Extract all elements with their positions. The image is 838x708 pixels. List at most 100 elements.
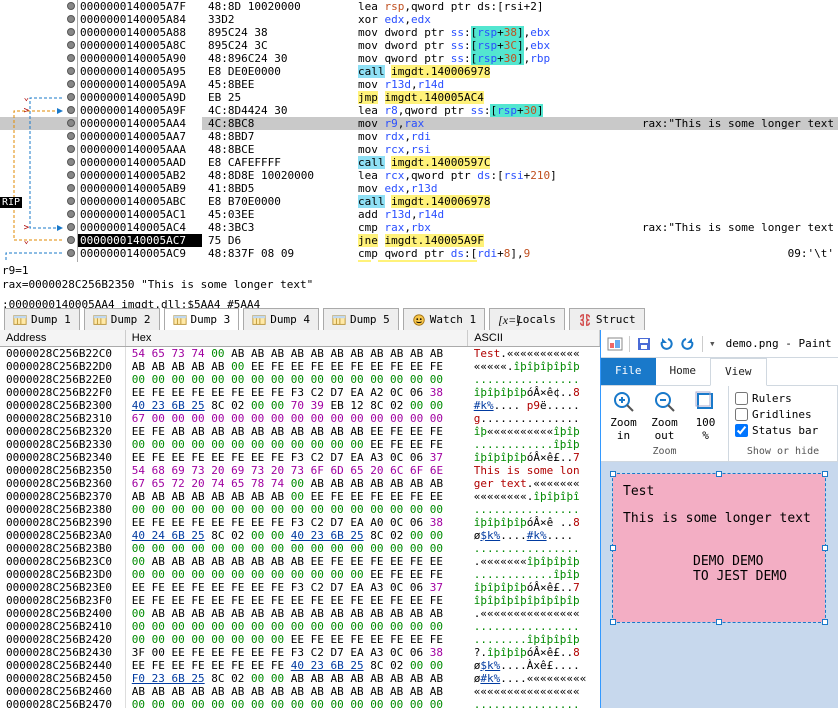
zoom-in-button[interactable]: Zoom in [607, 390, 640, 442]
gridlines-checkbox[interactable]: Gridlines [735, 406, 831, 422]
tab-locals[interactable]: [x=]Locals [489, 308, 565, 330]
dump-row[interactable]: 0000028C256B247000 00 00 00 00 00 00 00 … [0, 698, 600, 708]
dump-row[interactable]: 0000028C256B23D000 00 00 00 00 00 00 00 … [0, 568, 600, 581]
col-address[interactable]: Address [0, 330, 125, 347]
disasm-row[interactable]: 0000000140005A88895C24 38mov dword ptr s… [0, 26, 838, 39]
disasm-row[interactable]: >0000000140005A9F4C:8D4424 30lea r8,qwor… [0, 104, 838, 117]
disasm-row[interactable]: 0000000140005AC145:03EEadd r13d,r14d [0, 208, 838, 221]
paint-app-icon [607, 336, 623, 352]
disasm-row[interactable]: 0000000140005A7F48:8D 10020000lea rsp,qw… [0, 0, 838, 13]
dump-row[interactable]: 0000028C256B2440EE FE EE FE EE FE EE FE … [0, 659, 600, 672]
disasm-row[interactable]: >0000000140005AC448:3BC3cmp rax,rbxrax:"… [0, 221, 838, 234]
dump-row[interactable]: 0000028C256B231067 00 00 00 00 00 00 00 … [0, 412, 600, 425]
watch-icon [412, 313, 426, 327]
disasm-row[interactable]: 0000000140005A8433D2xor edx,edx [0, 13, 838, 26]
paint-window[interactable]: ▾ demo.png - Paint File Home View Zoom i… [600, 330, 838, 708]
zoom-100-button[interactable]: 100 % [689, 390, 722, 442]
rulers-checkbox[interactable]: Rulers [735, 390, 831, 406]
paint-canvas-area[interactable]: Test This is some longer text DEMO DEMO … [601, 462, 838, 708]
disasm-row[interactable]: 0000000140005AB941:8BD5mov edx,r13d [0, 182, 838, 195]
ribbon: Zoom in Zoom out 100 % Zoom Rulers Gridl… [601, 386, 838, 462]
dump-row[interactable]: 0000028C256B230040 23 6B 25 8C 02 00 00 … [0, 399, 600, 412]
disasm-row[interactable]: 0000000140005A95E8 DE0E0000call imgdt.14… [0, 65, 838, 78]
col-hex[interactable]: Hex [125, 330, 467, 347]
canvas-text-2: This is some longer text [623, 511, 815, 526]
dump-row[interactable]: 0000028C256B242000 00 00 00 00 00 00 00 … [0, 633, 600, 646]
dump-icon [13, 313, 27, 327]
disasm-row[interactable]: 0000000140005AA748:8BD7mov rdx,rdi [0, 130, 838, 143]
dump-row[interactable]: 0000028C256B2340EE FE EE FE EE FE EE FE … [0, 451, 600, 464]
dump-row[interactable]: 0000028C256B23E0EE FE EE FE EE FE EE FE … [0, 581, 600, 594]
dump-row[interactable]: 0000028C256B22D0AB AB AB AB AB 00 EE FE … [0, 360, 600, 373]
group-show-label: Show or hide [735, 446, 831, 457]
disasm-row[interactable]: 0000000140005AC948:837F 08 09cmp qword p… [0, 247, 838, 260]
disasm-row[interactable]: 0000000140005AA44C:8BC8mov r9,raxrax:"Th… [0, 117, 838, 130]
dump-row[interactable]: 0000028C256B22F0EE FE EE FE EE FE EE FE … [0, 386, 600, 399]
dump-row[interactable]: 0000028C256B23F0EE FE EE FE EE FE EE FE … [0, 594, 600, 607]
status-area: r9=1 rax=0000028C256B2350 "This is some … [2, 264, 838, 312]
dump-row[interactable]: 0000028C256B238000 00 00 00 00 00 00 00 … [0, 503, 600, 516]
dump-row[interactable]: 0000028C256B240000 AB AB AB AB AB AB AB … [0, 607, 600, 620]
disasm-row[interactable]: 0000000140005AAA48:8BCEmov rcx,rsi [0, 143, 838, 156]
dump-row[interactable]: 0000028C256B2450F0 23 6B 25 8C 02 00 00 … [0, 672, 600, 685]
undo-icon[interactable] [658, 336, 674, 352]
disasm-row[interactable]: ⌄0000000140005AC775 D6jne imgdt.140005A9… [0, 234, 838, 247]
dump-row[interactable]: 0000028C256B236067 65 72 20 74 65 78 74 … [0, 477, 600, 490]
tab-dump-2[interactable]: Dump 2 [84, 308, 160, 330]
dump-row[interactable]: 0000028C256B23A040 24 6B 25 8C 02 00 00 … [0, 529, 600, 542]
dump-row[interactable]: 0000028C256B2390EE FE EE FE EE FE EE FE … [0, 516, 600, 529]
tab-dump-1[interactable]: Dump 1 [4, 308, 80, 330]
tab-view[interactable]: View [710, 358, 767, 386]
redo-icon[interactable] [680, 336, 696, 352]
dump-row[interactable]: 0000028C256B233000 00 00 00 00 00 00 00 … [0, 438, 600, 451]
disasm-row[interactable]: 0000000140005A9048:896C24 30mov qword pt… [0, 52, 838, 65]
paint-titlebar[interactable]: ▾ demo.png - Paint [601, 330, 838, 358]
dump-row[interactable]: 0000028C256B23B000 00 00 00 00 00 00 00 … [0, 542, 600, 555]
paint-title-text: demo.png - Paint [726, 337, 832, 350]
qat-overflow-icon[interactable]: ▾ [709, 337, 716, 350]
disassembly-pane[interactable]: RIP 0000000140005A7F48:8D 10020000lea rs… [0, 0, 838, 262]
canvas-image[interactable]: Test This is some longer text DEMO DEMO … [613, 474, 825, 622]
group-zoom-label: Zoom [607, 446, 722, 457]
bottom-tabs: Dump 1Dump 2Dump 3Dump 4Dump 5Watch 1[x=… [4, 308, 645, 330]
save-icon[interactable] [636, 336, 652, 352]
tab-dump-4[interactable]: Dump 4 [243, 308, 319, 330]
tab-watch-1[interactable]: Watch 1 [403, 308, 485, 330]
status-line1: r9=1 [2, 264, 838, 278]
tab-file[interactable]: File [601, 358, 656, 385]
dump-row[interactable]: 0000028C256B235054 68 69 73 20 69 73 20 … [0, 464, 600, 477]
tab-struct[interactable]: Struct [569, 308, 645, 330]
dump-row[interactable]: 0000028C256B22C054 65 73 74 00 AB AB AB … [0, 347, 600, 361]
tab-home[interactable]: Home [656, 358, 711, 385]
ribbon-tabs: File Home View [601, 358, 838, 386]
disasm-row[interactable]: ⌄0000000140005A9DEB 25jmp imgdt.140005AC… [0, 91, 838, 104]
canvas-text-1: Test [623, 484, 815, 499]
dump-icon [93, 313, 107, 327]
hex-dump-pane[interactable]: Address Hex ASCII 0000028C256B22C054 65 … [0, 330, 600, 708]
disasm-row[interactable]: 0000000140005AB248:8D8E 10020000lea rcx,… [0, 169, 838, 182]
disasm-row[interactable]: ⌄0000000140005ACE0F82 AF000000jb imgdt.1… [0, 260, 838, 262]
disasm-row[interactable]: 0000000140005A9A45:8BEEmov r13d,r14d [0, 78, 838, 91]
locals-icon: [x=] [498, 313, 512, 327]
canvas-text-4: TO JEST DEMO [693, 569, 815, 584]
disasm-row[interactable]: 0000000140005AADE8 CAFEFFFFcall imgdt.14… [0, 156, 838, 169]
dump-row[interactable]: 0000028C256B22E000 00 00 00 00 00 00 00 … [0, 373, 600, 386]
dump-row[interactable]: 0000028C256B2460AB AB AB AB AB AB AB AB … [0, 685, 600, 698]
dump-row[interactable]: 0000028C256B23C000 AB AB AB AB AB AB AB … [0, 555, 600, 568]
tab-dump-3[interactable]: Dump 3 [164, 308, 240, 330]
dump-icon [252, 313, 266, 327]
dump-icon [173, 313, 187, 327]
struct-icon [578, 313, 592, 327]
dump-icon [332, 313, 346, 327]
dump-row[interactable]: 0000028C256B2370AB AB AB AB AB AB AB AB … [0, 490, 600, 503]
dump-row[interactable]: 0000028C256B241000 00 00 00 00 00 00 00 … [0, 620, 600, 633]
col-ascii[interactable]: ASCII [468, 330, 600, 347]
statusbar-checkbox[interactable]: Status bar [735, 422, 831, 438]
tab-dump-5[interactable]: Dump 5 [323, 308, 399, 330]
dump-row[interactable]: 0000028C256B24303F 00 EE FE EE FE EE FE … [0, 646, 600, 659]
zoom-out-button[interactable]: Zoom out [648, 390, 681, 442]
disasm-row[interactable]: 0000000140005A8C895C24 3Cmov dword ptr s… [0, 39, 838, 52]
disasm-row[interactable]: 0000000140005ABCE8 B70E0000call imgdt.14… [0, 195, 838, 208]
rip-marker: RIP [0, 197, 22, 208]
dump-row[interactable]: 0000028C256B2320EE FE AB AB AB AB AB AB … [0, 425, 600, 438]
